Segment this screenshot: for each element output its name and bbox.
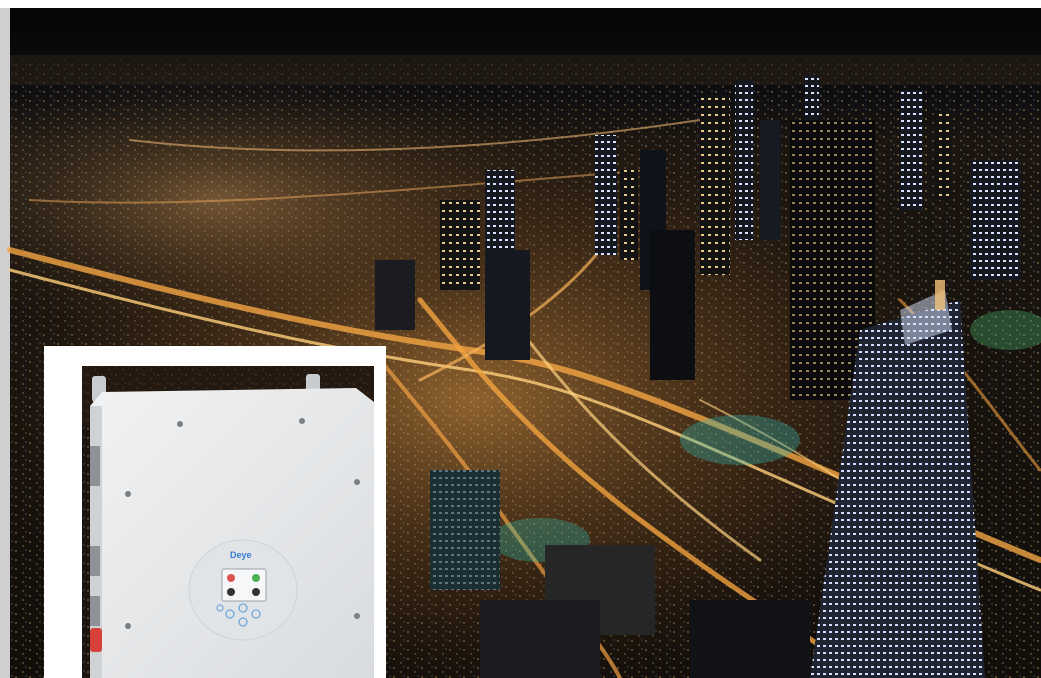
brand-logo: Deye xyxy=(230,550,252,560)
display-screen xyxy=(221,568,267,602)
inverter-inset: Deye xyxy=(44,346,386,678)
red-switch-icon xyxy=(90,628,102,652)
inverter-photo: Deye xyxy=(82,366,374,678)
